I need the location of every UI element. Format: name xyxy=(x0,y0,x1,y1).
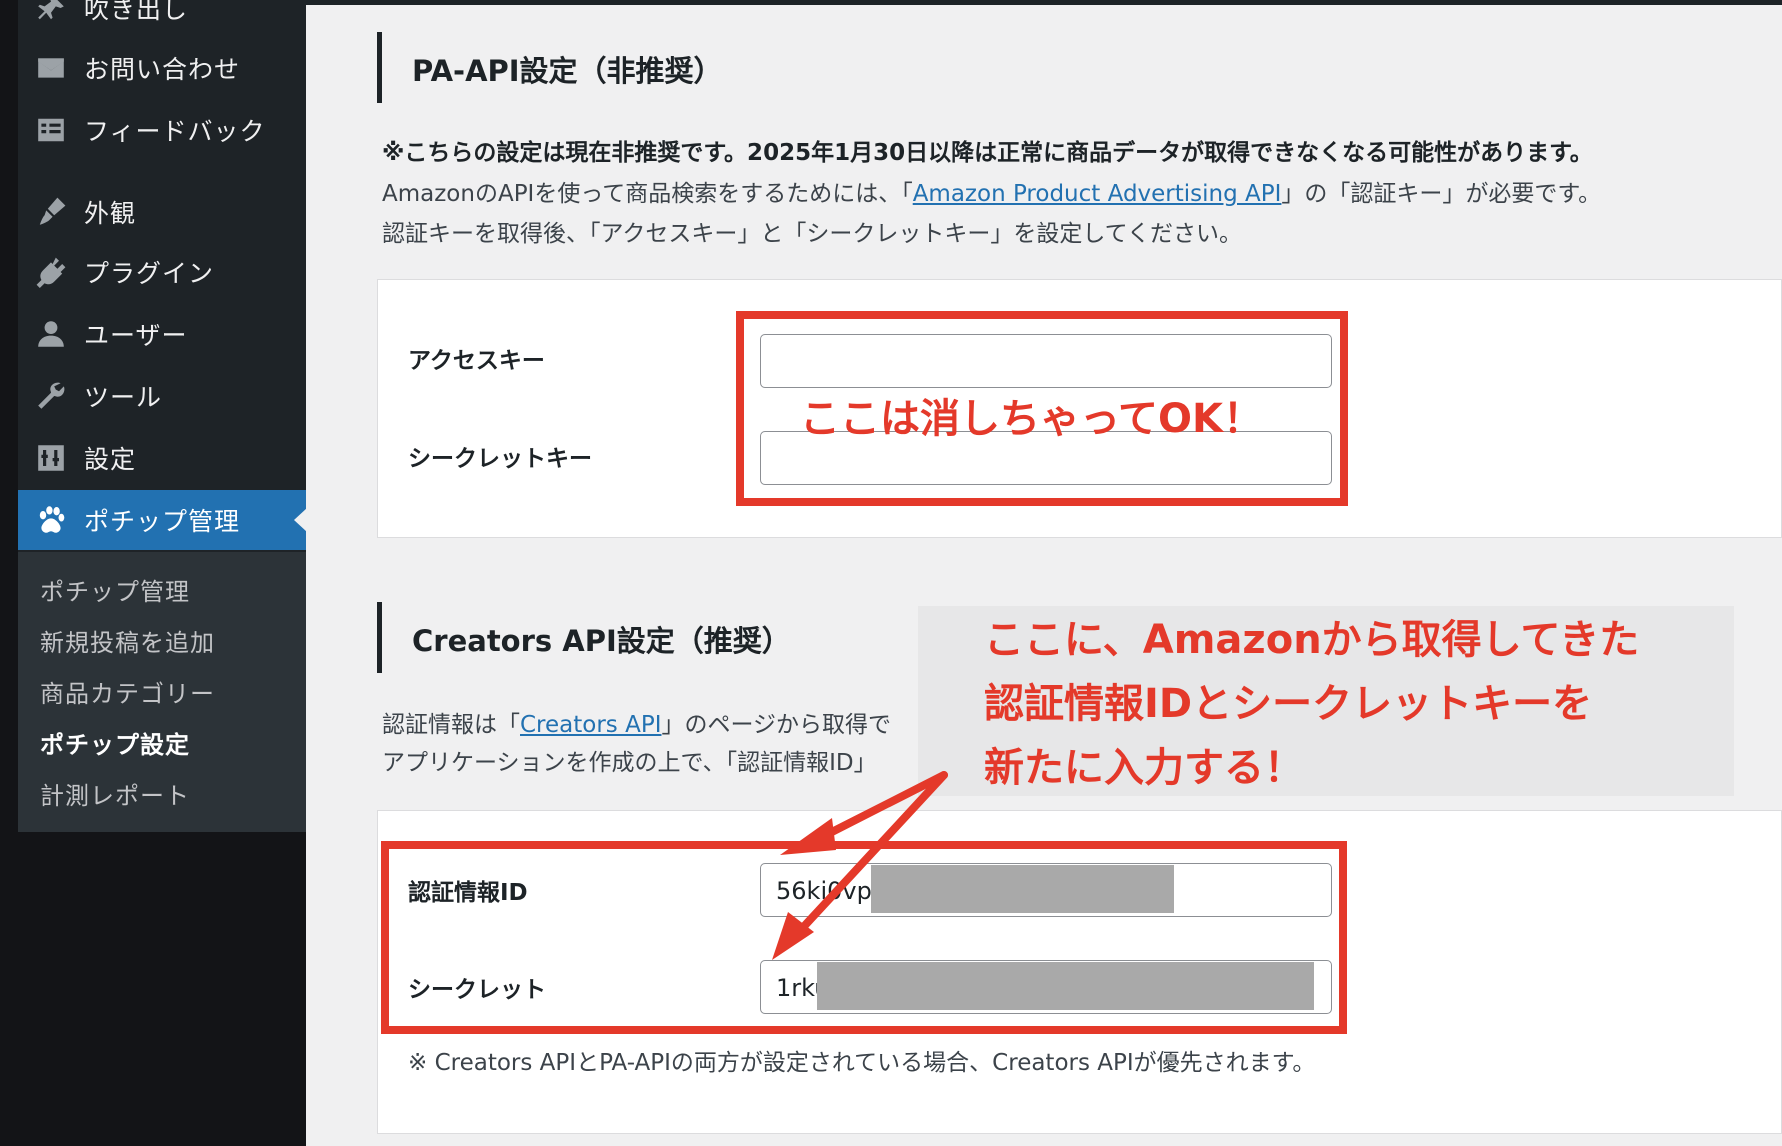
sidebar-item-label: フィードバック xyxy=(84,117,266,146)
secret-key-label: シークレットキー xyxy=(408,446,592,472)
active-indicator xyxy=(294,508,307,532)
annotation-callout-line1: ここに、Amazonから取得してきた xyxy=(984,617,1640,663)
sidebar-item-tools[interactable]: ツール xyxy=(18,366,306,426)
pa-api-desc-text: AmazonのAPIを使って商品検索をするためには、「 xyxy=(382,181,913,207)
sidebar-item-users[interactable]: ユーザー xyxy=(18,304,306,364)
paw-icon xyxy=(34,503,68,537)
sidebar-item-plugins[interactable]: プラグイン xyxy=(18,242,306,302)
creators-api-section-bar xyxy=(377,602,382,673)
submenu-item-report[interactable]: 計測レポート xyxy=(40,776,190,811)
pin-icon xyxy=(34,0,68,25)
admin-sidebar: 吹き出し お問い合わせ フィードバック 外観 プラグイン ユーザー ツール 設定… xyxy=(18,0,307,832)
settings-icon xyxy=(34,441,68,475)
pa-api-desc-line2: AmazonのAPIを使って商品検索をするためには、「Amazon Produc… xyxy=(382,174,1601,214)
plugin-icon xyxy=(34,255,68,289)
sidebar-item-label: 外観 xyxy=(84,199,137,228)
pa-api-section-title: PA-API設定（非推奨） xyxy=(412,54,723,88)
submenu-item-pochipp-settings[interactable]: ポチップ設定 xyxy=(40,725,190,760)
sidebar-item-label: 吹き出し xyxy=(84,0,189,24)
submenu-item-add-new[interactable]: 新規投稿を追加 xyxy=(40,623,215,658)
annotation-box-creators xyxy=(381,841,1347,1034)
sidebar-item-label: 設定 xyxy=(84,445,137,474)
user-icon xyxy=(34,317,68,351)
submenu-item-pochipp-manage[interactable]: ポチップ管理 xyxy=(40,572,190,607)
annotation-callout-line3: 新たに入力する！ xyxy=(984,745,1304,791)
pa-api-warning-text: ※こちらの設定は現在非推奨です。2025年1月30日以降は正常に商品データが取得… xyxy=(382,140,1593,166)
sidebar-item-label: ポチップ管理 xyxy=(84,507,241,536)
sidebar-item-label: プラグイン xyxy=(84,259,215,288)
creators-api-desc-line1: 認証情報は「Creators API」のページから取得で xyxy=(382,705,891,745)
brush-icon xyxy=(34,195,68,229)
feedback-icon xyxy=(34,113,68,147)
sidebar-item-pochipp[interactable]: ポチップ管理 xyxy=(18,490,307,550)
creators-desc-text: 」のページから取得で xyxy=(661,712,892,738)
pa-api-desc-line3: 認証キーを取得後、「アクセスキー」と「シークレットキー」を設定してください。 xyxy=(382,221,1242,247)
creators-api-desc-line2: アプリケーションを作成の上で、「認証情報ID」 xyxy=(382,750,877,776)
sidebar-item-appearance[interactable]: 外観 xyxy=(18,182,306,242)
pa-api-warning: ※こちらの設定は現在非推奨です。2025年1月30日以降は正常に商品データが取得… xyxy=(382,133,1593,173)
creators-api-section-title: Creators API設定（推奨） xyxy=(412,624,791,658)
sidebar-item-label: お問い合わせ xyxy=(84,55,241,84)
pa-api-section-bar xyxy=(377,32,382,103)
mail-icon xyxy=(34,51,68,85)
creators-priority-note: ※ Creators APIとPA-APIの両方が設定されている場合、Creat… xyxy=(408,1050,1316,1076)
sidebar-item-label: ユーザー xyxy=(84,321,188,350)
wrench-icon xyxy=(34,379,68,413)
admin-bar-edge xyxy=(306,0,1782,5)
sidebar-item-fukidashi[interactable]: 吹き出し xyxy=(18,0,306,38)
access-key-label: アクセスキー xyxy=(408,348,545,374)
sidebar-submenu: ポチップ管理 新規投稿を追加 商品カテゴリー ポチップ設定 計測レポート xyxy=(18,552,306,832)
annotation-delete-ok: ここは消しちゃってOK！ xyxy=(800,396,1263,442)
sidebar-item-feedback[interactable]: フィードバック xyxy=(18,100,306,160)
sidebar-item-settings[interactable]: 設定 xyxy=(18,428,306,488)
amazon-paapi-link[interactable]: Amazon Product Advertising API xyxy=(913,181,1282,207)
sidebar-item-label: ツール xyxy=(84,383,163,412)
annotation-callout-line2: 認証情報IDとシークレットキーを xyxy=(984,681,1593,727)
screen: 吹き出し お問い合わせ フィードバック 外観 プラグイン ユーザー ツール 設定… xyxy=(0,0,1782,1146)
sidebar-item-contact[interactable]: お問い合わせ xyxy=(18,38,306,98)
pa-api-desc-text: 」の「認証キー」が必要です。 xyxy=(1281,181,1602,207)
submenu-item-product-category[interactable]: 商品カテゴリー xyxy=(40,674,215,709)
creators-api-link[interactable]: Creators API xyxy=(520,712,661,738)
creators-desc-text: 認証情報は「 xyxy=(382,712,520,738)
